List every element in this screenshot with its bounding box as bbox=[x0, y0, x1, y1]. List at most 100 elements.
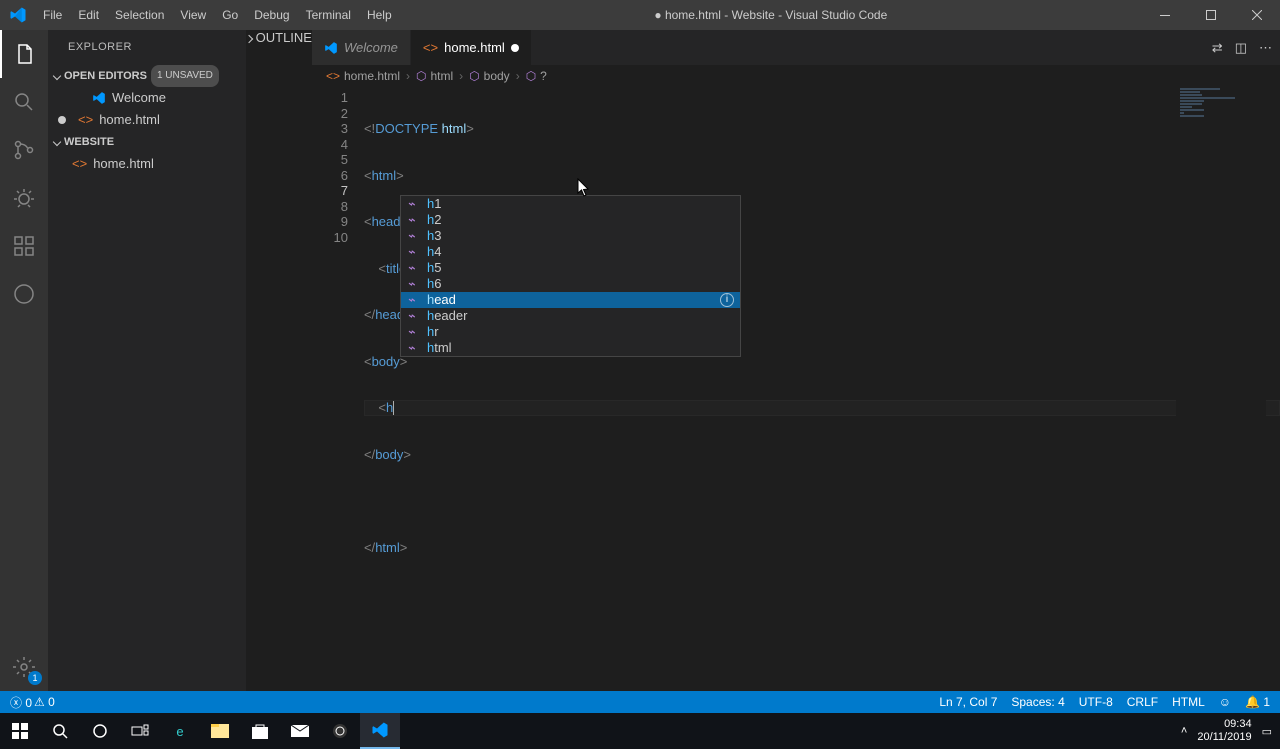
task-view-button[interactable] bbox=[120, 713, 160, 749]
minimap[interactable] bbox=[1176, 87, 1266, 691]
snippet-icon: ⌁ bbox=[407, 324, 421, 340]
code-content[interactable]: <!DOCTYPE html> <html> <head> <title>Wel… bbox=[364, 87, 1280, 691]
vscode-icon bbox=[324, 41, 338, 55]
menu-file[interactable]: File bbox=[35, 0, 70, 30]
extensions-icon[interactable] bbox=[0, 222, 48, 270]
suggest-item[interactable]: ⌁html bbox=[401, 340, 740, 356]
indentation[interactable]: Spaces: 4 bbox=[1011, 695, 1064, 709]
code-editor[interactable]: 12345678910 <!DOCTYPE html> <html> <head… bbox=[312, 87, 1280, 691]
menu-view[interactable]: View bbox=[172, 0, 214, 30]
cursor-position[interactable]: Ln 7, Col 7 bbox=[939, 695, 997, 709]
html-file-icon: <> bbox=[78, 109, 93, 131]
menu-edit[interactable]: Edit bbox=[70, 0, 107, 30]
language-mode[interactable]: HTML bbox=[1172, 695, 1205, 709]
html-file-icon: <> bbox=[72, 153, 87, 175]
chevron-right-icon bbox=[245, 35, 253, 43]
clock[interactable]: 09:34 20/11/2019 bbox=[1197, 718, 1251, 744]
suggest-item[interactable]: ⌁h2 bbox=[401, 212, 740, 228]
search-icon[interactable] bbox=[0, 78, 48, 126]
workspace-file-home[interactable]: <> home.html bbox=[48, 153, 246, 175]
split-editor-icon[interactable]: ◫ bbox=[1235, 40, 1247, 56]
menu-selection[interactable]: Selection bbox=[107, 0, 172, 30]
suggest-item[interactable]: ⌁h3 bbox=[401, 228, 740, 244]
snippet-icon: ⌁ bbox=[407, 196, 421, 212]
crumb-body: ⬡body bbox=[469, 69, 510, 83]
snippet-icon: ⌁ bbox=[407, 292, 421, 308]
store-icon[interactable] bbox=[240, 713, 280, 749]
snippet-icon: ⌁ bbox=[407, 276, 421, 292]
snippet-icon: ⌁ bbox=[407, 340, 421, 356]
cortana-button[interactable] bbox=[80, 713, 120, 749]
warnings-indicator[interactable]: ⚠ 0 bbox=[34, 695, 55, 709]
menu-help[interactable]: Help bbox=[359, 0, 400, 30]
unsaved-badge: 1 UNSAVED bbox=[151, 65, 219, 87]
suggest-item[interactable]: ⌁h4 bbox=[401, 244, 740, 260]
crumb-html: ⬡html bbox=[416, 69, 453, 83]
info-icon[interactable]: i bbox=[720, 293, 734, 307]
minimize-button[interactable] bbox=[1142, 0, 1188, 30]
notifications-icon[interactable]: 🔔 1 bbox=[1245, 695, 1270, 709]
suggest-item[interactable]: ⌁hr bbox=[401, 324, 740, 340]
search-button[interactable] bbox=[40, 713, 80, 749]
open-editors-header[interactable]: OPEN EDITORS 1 UNSAVED bbox=[48, 65, 246, 87]
crumb-file: <>home.html bbox=[326, 69, 400, 83]
compare-icon[interactable]: ⇄ bbox=[1212, 40, 1223, 56]
chevron-down-icon bbox=[53, 138, 61, 146]
open-editor-welcome[interactable]: Welcome bbox=[48, 87, 246, 109]
maximize-button[interactable] bbox=[1188, 0, 1234, 30]
chevron-down-icon bbox=[53, 72, 61, 80]
open-editor-home[interactable]: <> home.html bbox=[48, 109, 246, 131]
obs-icon[interactable] bbox=[320, 713, 360, 749]
breadcrumbs[interactable]: <>home.html › ⬡html › ⬡body › ⬡? bbox=[312, 65, 1280, 87]
tab-home[interactable]: <> home.html bbox=[411, 30, 532, 65]
close-button[interactable] bbox=[1234, 0, 1280, 30]
crumb-current: ⬡? bbox=[526, 69, 547, 83]
vscode-logo bbox=[0, 6, 35, 24]
titlebar: File Edit Selection View Go Debug Termin… bbox=[0, 0, 1280, 30]
outline-header[interactable]: OUTLINE bbox=[246, 30, 312, 691]
sidebar-header: EXPLORER bbox=[48, 30, 246, 65]
menu-terminal[interactable]: Terminal bbox=[298, 0, 359, 30]
suggest-item[interactable]: ⌁headi bbox=[401, 292, 740, 308]
snippet-icon: ⌁ bbox=[407, 244, 421, 260]
suggest-item[interactable]: ⌁h1 bbox=[401, 196, 740, 212]
window-title: ● home.html - Website - Visual Studio Co… bbox=[400, 8, 1142, 22]
dirty-dot-icon bbox=[511, 44, 519, 52]
tab-welcome[interactable]: Welcome bbox=[312, 30, 411, 65]
tray-chevron-icon[interactable]: ˄ bbox=[1181, 725, 1187, 737]
workspace-header[interactable]: WEBSITE bbox=[48, 131, 246, 153]
feedback-icon[interactable]: ☺ bbox=[1219, 695, 1231, 709]
notifications-center-icon[interactable]: ▭ bbox=[1262, 725, 1272, 738]
windows-taskbar: e ˄ 09:34 20/11/2019 ▭ bbox=[0, 713, 1280, 749]
activity-bar: 1 bbox=[0, 30, 48, 691]
more-icon[interactable]: ⋯ bbox=[1259, 40, 1272, 56]
suggest-item[interactable]: ⌁h5 bbox=[401, 260, 740, 276]
vscode-icon bbox=[92, 91, 106, 105]
menu-go[interactable]: Go bbox=[214, 0, 246, 30]
mail-icon[interactable] bbox=[280, 713, 320, 749]
start-button[interactable] bbox=[0, 713, 40, 749]
remote-icon[interactable] bbox=[0, 270, 48, 318]
window-controls bbox=[1142, 0, 1280, 30]
vscode-taskbar-icon[interactable] bbox=[360, 713, 400, 749]
explorer-icon[interactable] bbox=[0, 30, 48, 78]
status-bar: ⓧ 0 ⚠ 0 Ln 7, Col 7 Spaces: 4 UTF-8 CRLF… bbox=[0, 691, 1280, 713]
suggest-widget[interactable]: ⌁h1 ⌁h2 ⌁h3 ⌁h4 ⌁h5 ⌁h6 ⌁headi ⌁header ⌁… bbox=[400, 195, 741, 357]
snippet-icon: ⌁ bbox=[407, 212, 421, 228]
sidebar: EXPLORER OPEN EDITORS 1 UNSAVED Welcome … bbox=[48, 30, 246, 691]
suggest-item[interactable]: ⌁header bbox=[401, 308, 740, 324]
snippet-icon: ⌁ bbox=[407, 308, 421, 324]
debug-icon[interactable] bbox=[0, 174, 48, 222]
dirty-dot-icon bbox=[58, 116, 66, 124]
menu-debug[interactable]: Debug bbox=[246, 0, 297, 30]
source-control-icon[interactable] bbox=[0, 126, 48, 174]
suggest-item[interactable]: ⌁h6 bbox=[401, 276, 740, 292]
eol[interactable]: CRLF bbox=[1127, 695, 1158, 709]
file-explorer-icon[interactable] bbox=[200, 713, 240, 749]
encoding[interactable]: UTF-8 bbox=[1079, 695, 1113, 709]
edge-icon[interactable]: e bbox=[160, 713, 200, 749]
system-tray[interactable]: ˄ 09:34 20/11/2019 ▭ bbox=[1181, 718, 1280, 744]
settings-gear-icon[interactable]: 1 bbox=[0, 643, 48, 691]
errors-indicator[interactable]: ⓧ 0 bbox=[10, 694, 32, 711]
snippet-icon: ⌁ bbox=[407, 228, 421, 244]
